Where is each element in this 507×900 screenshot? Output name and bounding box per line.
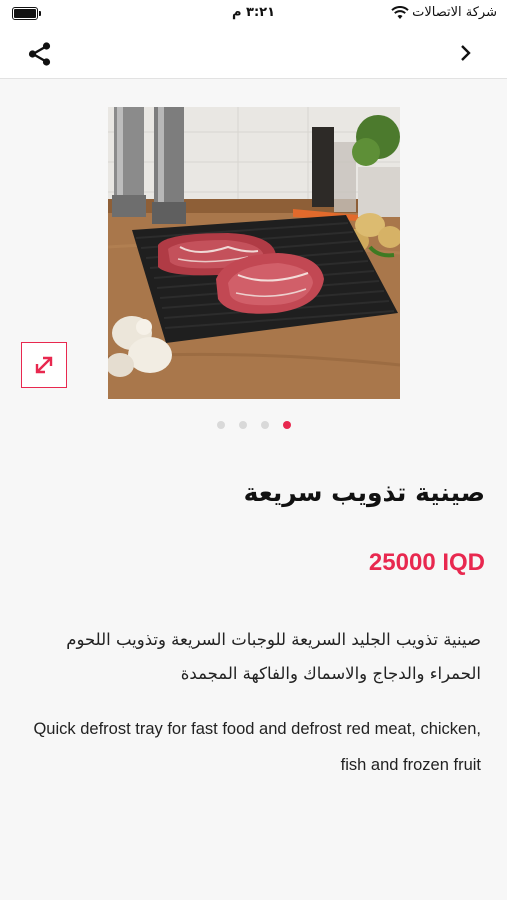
product-image-gallery[interactable] [108,107,400,399]
status-bar: ٣:٢١ م شركة الاتصالات [0,0,507,28]
product-price: 25000 IQD [368,549,485,576]
page-dot[interactable] [217,421,225,429]
product-description-arabic: صينية تذويب الجليد السريعة للوجبات السري… [66,630,481,683]
carrier-name: شركة الاتصالات [412,5,497,20]
chevron-right-icon[interactable] [455,42,477,64]
navigation-bar [0,28,507,79]
share-icon[interactable] [26,40,54,68]
product-title: صينية تذويب سريعة [243,478,485,507]
product-description-english: Quick defrost tray for fast food and def… [33,720,481,774]
page-dot[interactable] [239,421,247,429]
expand-image-button[interactable] [21,342,67,388]
product-photo [108,107,400,399]
page-dot[interactable] [261,421,269,429]
wifi-icon [391,6,409,19]
page-dot-active[interactable] [283,421,291,429]
expand-arrows-icon [35,356,53,374]
